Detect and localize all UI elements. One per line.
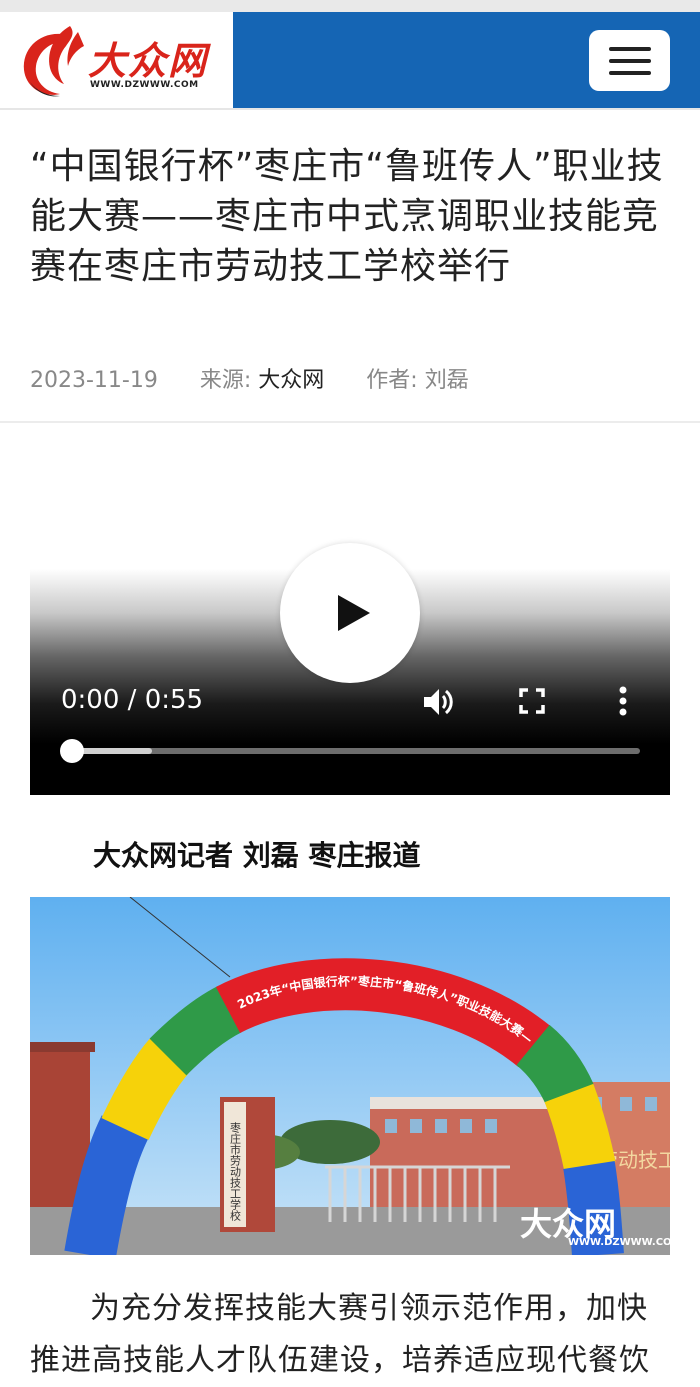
video-player[interactable]: 0:00 / 0:55 xyxy=(30,430,670,795)
play-icon xyxy=(338,595,370,631)
logo-text: 大众网 xyxy=(88,38,209,83)
article-meta: 2023-11-19 来源: 大众网 作者: 刘磊 xyxy=(30,362,469,394)
header-divider xyxy=(0,108,700,110)
publish-date: 2023-11-19 xyxy=(30,368,158,393)
duration: 0:55 xyxy=(144,685,204,715)
more-vert-icon[interactable] xyxy=(618,686,628,716)
author-label: 作者: xyxy=(366,368,418,393)
site-header: 大众网 WWW.DZWWW.COM xyxy=(0,12,700,108)
article-paragraph: 为充分发挥技能大赛引领示范作用，加快推进高技能人才队伍建设，培养适应现代餐饮 xyxy=(30,1291,650,1378)
article-title: “中国银行杯”枣庄市“鲁班传人”职业技能大赛——枣庄市中式烹调职业技能竞赛在枣庄… xyxy=(30,146,664,287)
status-bar xyxy=(0,0,700,12)
author-name: 刘磊 xyxy=(424,368,469,393)
menu-icon xyxy=(608,46,651,51)
watermark-url: WWW.DZWWW.COM xyxy=(568,1237,670,1248)
progress-track[interactable] xyxy=(72,748,640,754)
byline: 大众网记者 刘磊 枣庄报道 xyxy=(93,839,421,872)
header-bar xyxy=(233,12,700,108)
meta-divider xyxy=(0,421,700,423)
school-sign: 枣庄市劳动技工学校 xyxy=(229,1122,242,1222)
video-time: 0:00 / 0:55 xyxy=(61,685,204,715)
site-logo[interactable]: 大众网 WWW.DZWWW.COM xyxy=(0,12,233,108)
article-photo: 劳动技工学校 枣庄市劳动技工学校 2023年“ xyxy=(30,897,670,1255)
fullscreen-icon[interactable] xyxy=(519,688,545,714)
play-button[interactable] xyxy=(280,543,420,683)
source-label: 来源: xyxy=(199,368,252,393)
source-name: 大众网 xyxy=(258,368,325,393)
volume-icon[interactable] xyxy=(422,686,456,718)
logo-url: WWW.DZWWW.COM xyxy=(90,80,199,90)
photo-watermark: 大众网 WWW.DZWWW.COM xyxy=(520,1199,670,1248)
current-time: 0:00 xyxy=(61,685,120,715)
progress-thumb[interactable] xyxy=(60,739,84,763)
menu-button[interactable] xyxy=(589,30,670,91)
